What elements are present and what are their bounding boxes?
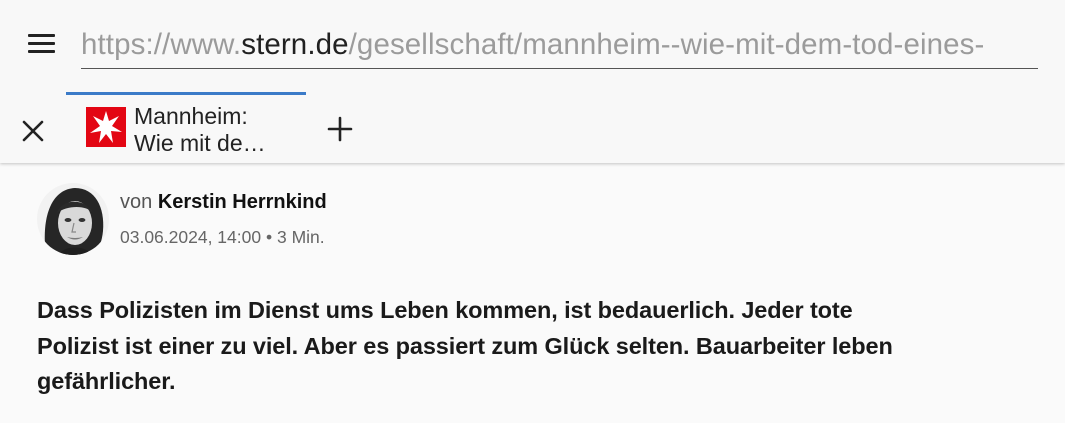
author-avatar[interactable] — [37, 183, 109, 255]
url-prefix: https://www. — [81, 28, 242, 61]
author-name[interactable]: Kerstin Herrnkind — [158, 191, 327, 213]
article-lead: Dass Polizisten im Dienst ums Leben komm… — [37, 297, 893, 394]
byline-prefix: von — [120, 191, 153, 213]
hamburger-menu-icon[interactable] — [27, 31, 57, 55]
tab-strip: Mannheim: Wie mit de… — [0, 92, 1065, 163]
publish-date: 03.06.2024, 14:00 — [120, 227, 262, 247]
tab-active[interactable]: Mannheim: Wie mit de… — [66, 92, 306, 166]
browser-toolbar: https://www.stern.de/gesellschaft/mannhe… — [0, 0, 1065, 163]
tab-title-line1: Mannheim: — [134, 103, 248, 129]
meta-separator: • — [265, 227, 273, 247]
tab-title-line2: Wie mit de… — [134, 130, 266, 156]
read-time: 3 Min. — [277, 227, 325, 247]
tab-title: Mannheim: Wie mit de… — [134, 103, 299, 157]
article-meta: 03.06.2024, 14:00 • 3 Min. — [120, 227, 325, 248]
url-path: /gesellschaft/mannheim--wie-mit-dem-tod-… — [348, 28, 985, 61]
url-bar[interactable]: https://www.stern.de/gesellschaft/mannhe… — [81, 24, 1038, 69]
byline: von Kerstin Herrnkind — [120, 191, 327, 214]
url-host: stern.de — [241, 28, 349, 61]
plus-icon[interactable] — [323, 112, 357, 146]
article-content: von Kerstin Herrnkind 03.06.2024, 14:00 … — [0, 163, 1065, 423]
stern-logo-icon — [86, 107, 126, 147]
close-icon[interactable] — [16, 114, 50, 148]
